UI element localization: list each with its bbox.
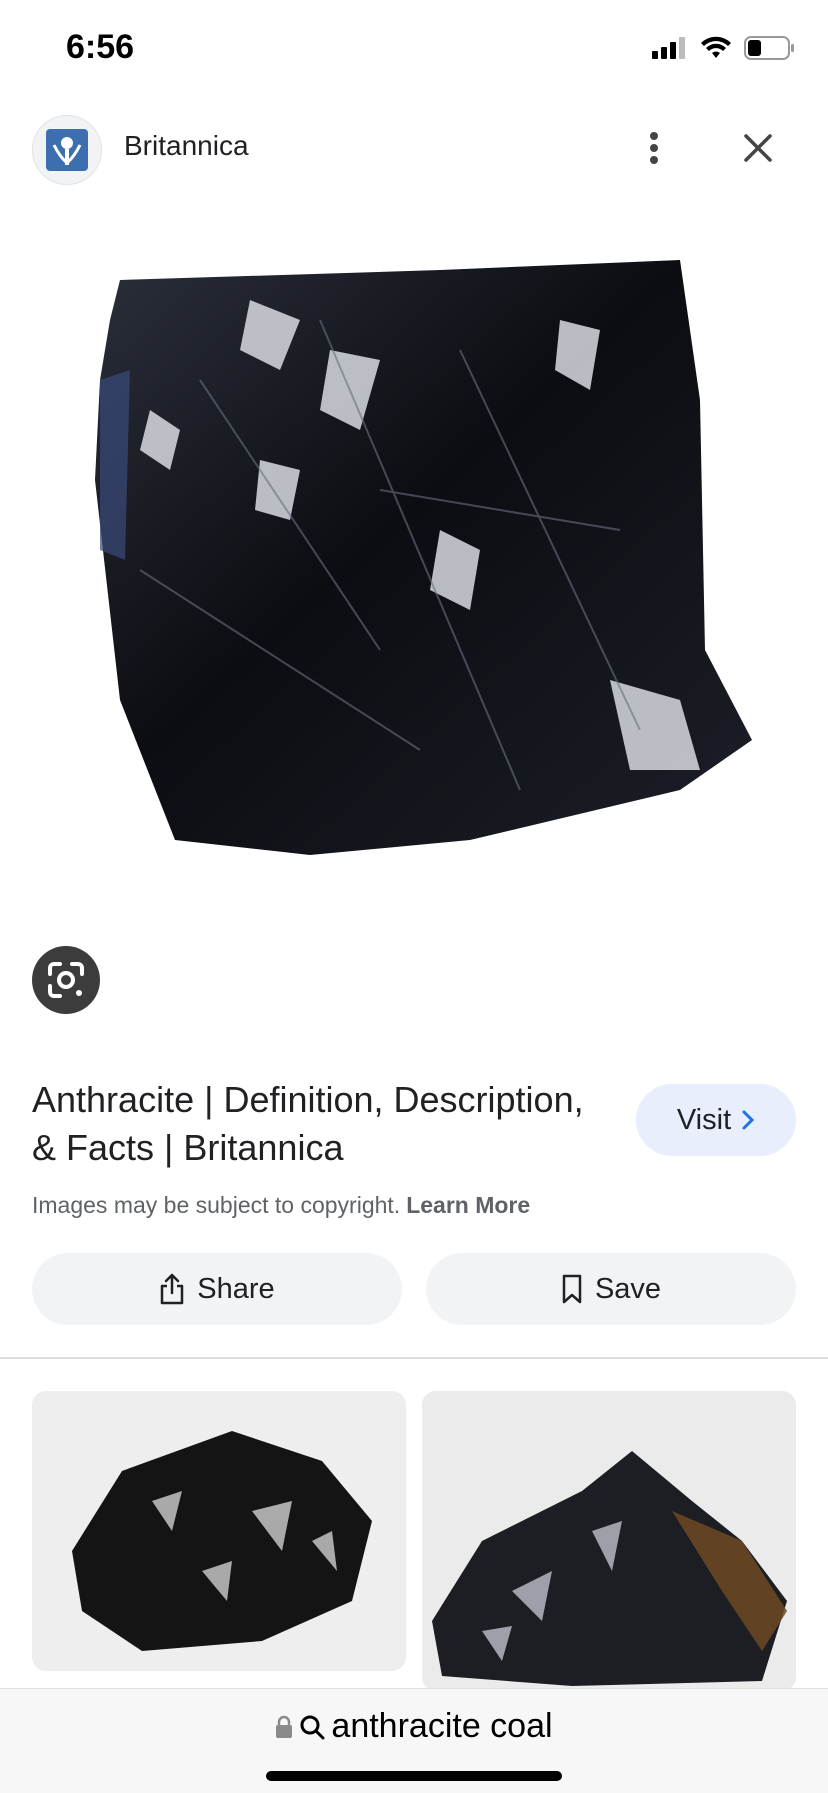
lens-icon [48, 962, 84, 998]
status-bar: 6:56 [0, 0, 828, 100]
divider [0, 1357, 828, 1359]
visit-button[interactable]: Visit [636, 1084, 796, 1156]
coal-thumbnail-2 [422, 1391, 796, 1691]
address-bar[interactable]: anthracite coal [0, 1707, 828, 1746]
close-icon [744, 134, 772, 162]
status-icons [652, 36, 796, 60]
google-lens-button[interactable] [32, 946, 100, 1014]
battery-icon [744, 36, 794, 60]
home-indicator [266, 1771, 562, 1781]
related-image-2[interactable] [422, 1391, 796, 1691]
share-button[interactable]: Share [32, 1253, 402, 1325]
more-vert-icon [650, 132, 658, 164]
related-image-1[interactable] [32, 1391, 406, 1671]
more-options-button[interactable] [630, 124, 678, 172]
learn-more-link[interactable]: Learn More [406, 1192, 530, 1218]
britannica-logo[interactable] [32, 115, 102, 185]
site-name[interactable]: Britannica [124, 130, 249, 162]
save-button[interactable]: Save [426, 1253, 796, 1325]
save-label: Save [594, 1272, 662, 1305]
browser-bottom-bar: anthracite coal [0, 1688, 828, 1793]
source-header: Britannica [0, 110, 828, 190]
share-label: Share [197, 1272, 275, 1305]
copyright-notice: Images may be subject to copyright. Learn… [32, 1192, 530, 1219]
wifi-icon [701, 36, 731, 58]
share-icon [161, 1273, 184, 1305]
result-title[interactable]: Anthracite | Definition, Description, & … [32, 1076, 592, 1172]
search-query: anthracite coal [331, 1707, 553, 1745]
copyright-text: Images may be subject to copyright. [32, 1192, 401, 1218]
lock-icon [276, 1715, 293, 1738]
signal-icon [652, 37, 685, 59]
chevron-right-icon [742, 1110, 755, 1130]
coal-thumbnail-1 [32, 1391, 406, 1671]
visit-label: Visit [676, 1103, 732, 1136]
status-time: 6:56 [66, 28, 135, 66]
bookmark-icon [562, 1274, 582, 1304]
search-icon [300, 1715, 325, 1739]
result-image[interactable] [0, 230, 828, 1010]
close-button[interactable] [734, 124, 782, 172]
